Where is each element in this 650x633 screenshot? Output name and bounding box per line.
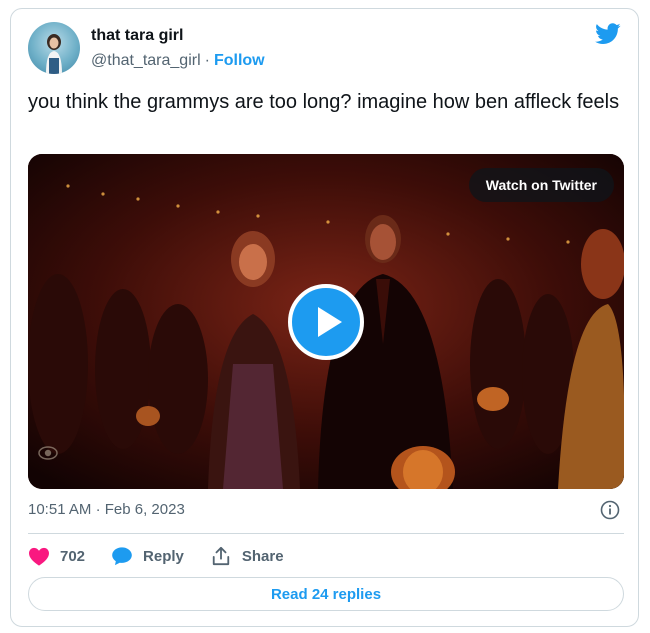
info-icon[interactable] (600, 500, 620, 520)
play-button[interactable] (288, 284, 364, 360)
reply-button[interactable]: Reply (111, 546, 184, 566)
play-icon (318, 307, 342, 337)
separator-dot: · (95, 501, 101, 518)
cbs-eye-logo (38, 446, 58, 460)
tweet-text: you think the grammys are too long? imag… (28, 91, 620, 113)
heart-icon (29, 547, 49, 566)
like-button[interactable]: 702 (28, 546, 85, 566)
divider (28, 533, 624, 534)
reply-bubble-icon (112, 547, 132, 566)
tweet-embed-card: that tara girl @that_tara_girl · Follow yo… (10, 8, 639, 627)
avatar[interactable] (28, 22, 80, 74)
share-button[interactable]: Share (210, 546, 284, 566)
like-count: 702 (60, 547, 86, 565)
author-display-name[interactable]: that tara girl (91, 27, 183, 45)
share-icon (212, 546, 230, 566)
author-handle[interactable]: @that_tara_girl (91, 52, 201, 69)
tweet-timestamp[interactable]: 10:51 AM · Feb 6, 2023 (28, 501, 185, 518)
reply-label: Reply (143, 547, 184, 565)
tweet-date: Feb 6, 2023 (104, 501, 185, 518)
share-label: Share (241, 547, 284, 565)
read-replies-button[interactable]: Read 24 replies (28, 577, 624, 611)
follow-button[interactable]: Follow (214, 52, 265, 69)
video-player[interactable]: Watch on Twitter (28, 154, 624, 489)
engagement-bar: 702 Reply Share (28, 543, 310, 569)
tweet-time: 10:51 AM (28, 501, 92, 518)
twitter-bird-icon[interactable] (595, 23, 621, 45)
author-handle-row: @that_tara_girl · Follow (91, 52, 265, 70)
separator-dot: · (204, 52, 210, 69)
watch-on-twitter-button[interactable]: Watch on Twitter (468, 168, 614, 202)
